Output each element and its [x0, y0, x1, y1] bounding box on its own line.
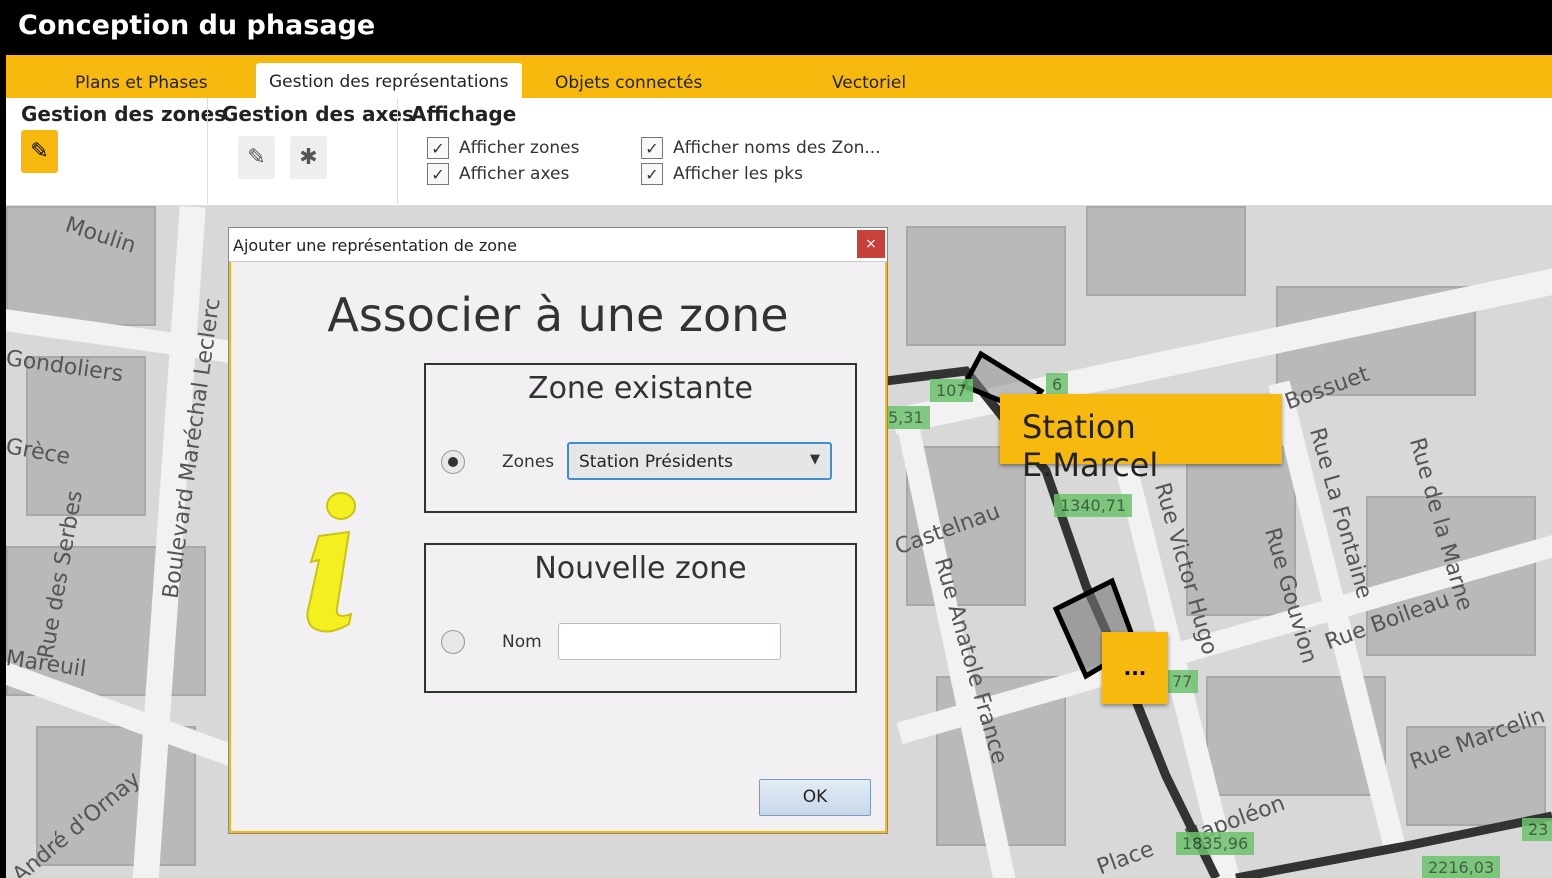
tab-vectoriel[interactable]: Vectoriel — [832, 73, 906, 93]
zone-label-ellipsis[interactable]: ... — [1102, 632, 1168, 704]
checkmark-icon: ✓ — [427, 163, 449, 185]
add-zone-representation-dialog: Ajouter une représentation de zone × Ass… — [228, 227, 888, 834]
info-icon — [306, 492, 356, 633]
pk-label: 6 — [1046, 373, 1069, 396]
zones-select[interactable]: Station Présidents ▼ — [567, 442, 832, 480]
selected-value: Station Présidents — [579, 452, 733, 472]
tab-objets-connectes[interactable]: Objets connectés — [555, 73, 702, 93]
checkbox-label: Afficher noms des Zon... — [673, 138, 881, 158]
checkbox-label: Afficher les pks — [673, 164, 803, 184]
chevron-down-icon: ▼ — [810, 452, 820, 467]
pk-label: 77 — [1166, 670, 1199, 693]
app-title: Conception du phasage — [6, 0, 1552, 55]
divider — [397, 98, 398, 204]
tab-gestion-representations[interactable]: Gestion des représentations — [256, 63, 522, 98]
edit-zone-pencil-icon[interactable]: ✎ — [21, 130, 58, 173]
pk-label: 23 — [1522, 818, 1552, 841]
new-zone-radio[interactable] — [441, 630, 465, 654]
existing-zone-panel: Zone existante Zones Station Présidents … — [424, 363, 857, 513]
pk-label: 107 — [930, 379, 973, 402]
edit-axis-pencil-icon[interactable]: ✎ — [238, 136, 275, 179]
dialog-heading: Associer à une zone — [327, 288, 789, 342]
new-zone-panel: Nouvelle zone Nom — [424, 543, 857, 693]
pk-label: 1835,96 — [1176, 832, 1255, 855]
ok-button[interactable]: OK — [759, 779, 871, 816]
checkmark-icon: ✓ — [641, 163, 663, 185]
checkbox-afficher-zones[interactable]: ✓ Afficher zones — [427, 137, 579, 159]
zone-label-station[interactable]: Station E.Marcel — [1000, 394, 1282, 484]
checkbox-label: Afficher zones — [459, 138, 580, 158]
checkmark-icon: ✓ — [427, 137, 449, 159]
nom-input[interactable] — [558, 623, 781, 660]
application-window: Conception du phasage Plans et Phases Ge… — [6, 0, 1552, 878]
panel-title: Zone existante — [528, 371, 753, 406]
divider — [207, 98, 208, 204]
checkbox-label: Afficher axes — [459, 164, 570, 184]
group-title-axes: Gestion des axes — [222, 102, 414, 126]
dialog-title: Ajouter une représentation de zone — [229, 228, 887, 262]
group-title-zones: Gestion des zones — [21, 102, 227, 126]
pk-label: 2216,03 — [1422, 856, 1501, 878]
checkbox-afficher-pks[interactable]: ✓ Afficher les pks — [641, 163, 803, 185]
tab-plans-et-phases[interactable]: Plans et Phases — [75, 73, 208, 93]
asterisk-icon[interactable]: ✱ — [290, 136, 327, 179]
nom-label: Nom — [502, 632, 542, 652]
checkmark-icon: ✓ — [641, 137, 663, 159]
checkbox-afficher-noms-zones[interactable]: ✓ Afficher noms des Zon... — [641, 137, 881, 159]
checkbox-afficher-axes[interactable]: ✓ Afficher axes — [427, 163, 569, 185]
pk-label: 5,31 — [882, 406, 930, 429]
zones-label: Zones — [502, 452, 555, 472]
close-icon[interactable]: × — [857, 230, 885, 258]
pk-label: 1340,71 — [1054, 494, 1133, 517]
ribbon: Gestion des zones ✎ Gestion des axes ✎ ✱… — [6, 98, 1552, 206]
panel-title: Nouvelle zone — [534, 551, 747, 586]
existing-zone-radio[interactable] — [441, 450, 465, 474]
tab-bar: Plans et Phases Gestion des représentati… — [6, 55, 1552, 98]
group-title-affichage: Affichage — [411, 102, 517, 126]
axis-line — [1235, 811, 1552, 878]
